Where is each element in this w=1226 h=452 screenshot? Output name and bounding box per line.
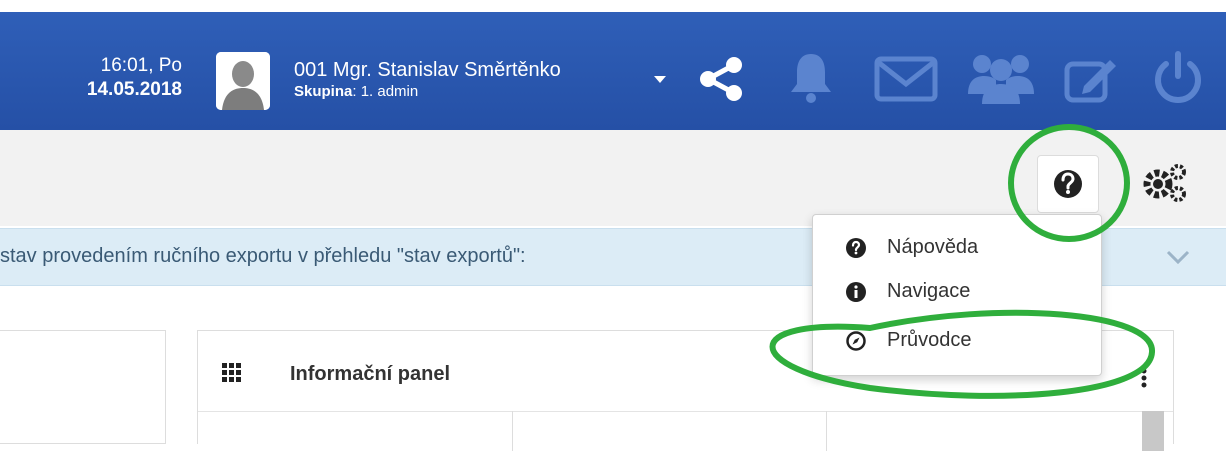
user-name: 001 Mgr. Stanislav Směrtěnko — [294, 59, 561, 81]
scrollbar[interactable] — [1142, 411, 1164, 451]
menu-item-label: Průvodce — [887, 329, 972, 351]
info-panel-title: Informační panel — [290, 363, 451, 385]
top-strip — [0, 0, 1226, 12]
current-date: 14.05.2018 — [86, 79, 182, 100]
edit-icon[interactable] — [1064, 54, 1120, 104]
question-circle-icon — [846, 238, 866, 258]
column-divider — [512, 411, 513, 451]
compass-icon — [846, 331, 866, 351]
users-icon[interactable] — [966, 50, 1036, 106]
info-panel-body — [198, 411, 1173, 452]
info-circle-icon — [846, 282, 866, 302]
menu-item-pruvodce[interactable]: Průvodce — [845, 326, 1085, 356]
bell-icon[interactable] — [788, 50, 834, 106]
power-icon[interactable] — [1152, 50, 1204, 104]
group-value: : 1. admin — [352, 83, 419, 100]
grid-icon[interactable] — [222, 363, 242, 383]
left-panel — [0, 330, 166, 444]
group-label: Skupina — [294, 83, 353, 100]
column-divider — [826, 411, 827, 451]
share-icon[interactable] — [698, 56, 746, 102]
menu-item-napoveda[interactable]: Nápověda — [845, 233, 1085, 263]
menu-item-label: Navigace — [887, 280, 971, 302]
menu-item-label: Nápověda — [887, 236, 979, 258]
current-time: 16:01, Po — [100, 55, 182, 76]
avatar[interactable] — [216, 52, 270, 110]
chevron-down-icon[interactable] — [1166, 249, 1190, 265]
mail-icon[interactable] — [874, 56, 938, 102]
info-bar-text: stav provedením ručního exportu v přehle… — [0, 245, 526, 267]
menu-item-navigace[interactable]: Navigace — [845, 277, 1085, 307]
top-navbar: 16:01, Po 14.05.2018 001 Mgr. Stanislav … — [0, 12, 1226, 130]
help-button[interactable] — [1037, 155, 1099, 213]
datetime: 16:01, Po 14.05.2018 — [0, 54, 182, 102]
user-dropdown-caret[interactable] — [654, 76, 666, 83]
help-dropdown-menu: Nápověda Navigace Průvodce — [812, 214, 1102, 376]
kebab-menu-icon[interactable] — [1140, 367, 1148, 389]
user-group: Skupina: 1. admin — [294, 82, 561, 102]
avatar-icon — [216, 52, 270, 110]
settings-gears-icon[interactable] — [1140, 160, 1190, 204]
question-circle-icon — [1054, 170, 1082, 198]
user-info[interactable]: 001 Mgr. Stanislav Směrtěnko Skupina: 1.… — [294, 58, 561, 102]
